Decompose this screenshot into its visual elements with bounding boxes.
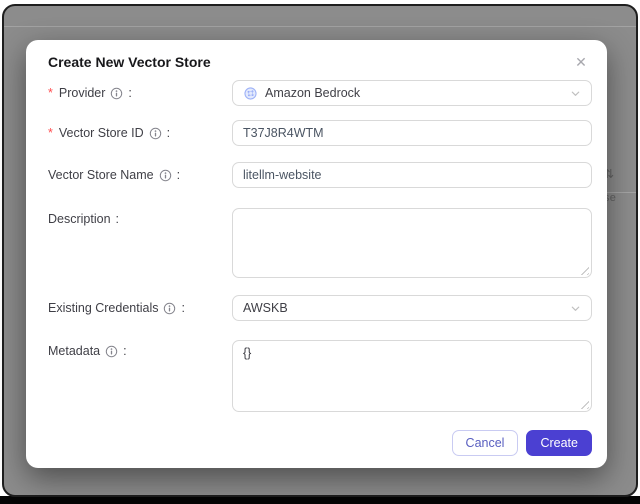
- screenshot-stage: ⇅ se Create New Vector Store ✕ * Provide…: [0, 0, 640, 504]
- vector-store-name-label: Vector Store Name :: [48, 168, 181, 182]
- existing-credentials-select-value: AWSKB: [243, 301, 288, 315]
- vector-store-id-row: * Vector Store ID :: [48, 120, 592, 146]
- existing-credentials-row: Existing Credentials : AWSKB: [48, 295, 592, 321]
- label-text: Existing Credentials: [48, 301, 159, 315]
- metadata-textarea[interactable]: {}: [232, 340, 592, 412]
- info-circle-icon[interactable]: [159, 169, 172, 182]
- metadata-row: Metadata : {}: [48, 340, 592, 412]
- label-text: Metadata: [48, 344, 101, 358]
- modal-footer: Cancel Create: [451, 430, 592, 456]
- label-text: Vector Store ID: [58, 126, 144, 140]
- modal-title: Create New Vector Store: [48, 54, 211, 70]
- provider-row: * Provider : Amazon Bedrock: [48, 80, 592, 106]
- provider-label: * Provider :: [48, 86, 132, 100]
- metadata-label: Metadata :: [48, 344, 127, 358]
- info-circle-icon[interactable]: [110, 87, 123, 100]
- chevron-down-icon: [571, 306, 580, 311]
- existing-credentials-label: Existing Credentials :: [48, 301, 185, 315]
- label-text: Vector Store Name: [48, 168, 154, 182]
- close-icon[interactable]: ✕: [569, 50, 593, 74]
- create-vector-store-modal: Create New Vector Store ✕ * Provider : A…: [26, 40, 607, 468]
- create-button[interactable]: Create: [526, 430, 592, 456]
- vector-store-id-label: * Vector Store ID :: [48, 126, 171, 140]
- description-textarea[interactable]: [232, 208, 592, 278]
- cancel-button[interactable]: Cancel: [451, 430, 519, 456]
- desktop-edge: [0, 496, 640, 504]
- existing-credentials-select[interactable]: AWSKB: [232, 295, 592, 321]
- info-circle-icon[interactable]: [149, 127, 162, 140]
- info-circle-icon[interactable]: [105, 345, 118, 358]
- provider-select-value: Amazon Bedrock: [265, 86, 361, 100]
- required-marker: *: [48, 86, 53, 100]
- required-marker: *: [48, 126, 53, 140]
- dimmed-header-divider: [4, 26, 636, 27]
- label-text: Provider: [58, 86, 106, 100]
- dimmed-table-fragment: ⇅ se: [604, 168, 630, 204]
- vector-store-name-input[interactable]: [232, 162, 592, 188]
- info-circle-icon[interactable]: [163, 302, 176, 315]
- description-label: Description :: [48, 212, 120, 226]
- amazon-bedrock-icon: [244, 86, 257, 100]
- chevron-down-icon: [571, 91, 580, 96]
- provider-select[interactable]: Amazon Bedrock: [232, 80, 592, 106]
- label-text: Description: [48, 212, 111, 226]
- vector-store-id-input[interactable]: [232, 120, 592, 146]
- vector-store-name-row: Vector Store Name :: [48, 162, 592, 188]
- description-row: Description :: [48, 208, 592, 278]
